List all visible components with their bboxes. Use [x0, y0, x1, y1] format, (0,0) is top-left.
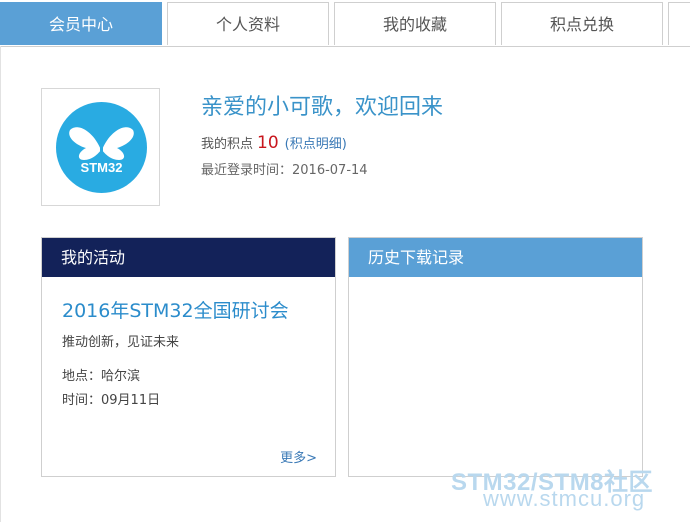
event-date: 时间：09月11日	[62, 393, 161, 408]
activity-panel: 我的活动 2016年STM32全国研讨会 推动创新，见证未来 地点：哈尔滨 时间…	[41, 237, 336, 477]
welcome-title: 亲爱的小可歌，欢迎回来	[201, 95, 444, 120]
avatar[interactable]: STM32	[41, 88, 160, 206]
watermark-url: www.stmcu.org	[483, 486, 646, 511]
tab-bar: 会员中心 个人资料 我的收藏 积点兑换	[0, 0, 690, 47]
download-history-panel: 历史下载记录	[348, 237, 643, 477]
points-value: 10	[257, 133, 279, 153]
points-detail-link[interactable]: (积点明细)	[285, 137, 347, 152]
last-login: 最近登录时间：2016-07-14	[201, 163, 368, 178]
tab-profile[interactable]: 个人资料	[167, 2, 329, 45]
tab-member-center[interactable]: 会员中心	[0, 2, 162, 45]
tab-more[interactable]	[668, 2, 690, 45]
avatar-label: STM32	[80, 160, 123, 175]
more-link[interactable]: 更多>	[280, 447, 317, 466]
event-title-link[interactable]: 2016年STM32全国研讨会	[62, 296, 289, 323]
butterfly-icon	[69, 127, 134, 160]
page-border	[0, 46, 1, 522]
avatar-logo: STM32	[56, 102, 147, 193]
event-location: 地点：哈尔滨	[62, 369, 141, 384]
tab-favorites[interactable]: 我的收藏	[334, 2, 496, 45]
download-history-header: 历史下载记录	[349, 238, 642, 277]
points-label: 我的积点	[201, 137, 254, 152]
activity-header: 我的活动	[42, 238, 335, 277]
points-row: 我的积点 10 (积点明细)	[201, 133, 347, 153]
tab-points-exchange[interactable]: 积点兑换	[501, 2, 663, 45]
event-slogan: 推动创新，见证未来	[62, 335, 180, 350]
